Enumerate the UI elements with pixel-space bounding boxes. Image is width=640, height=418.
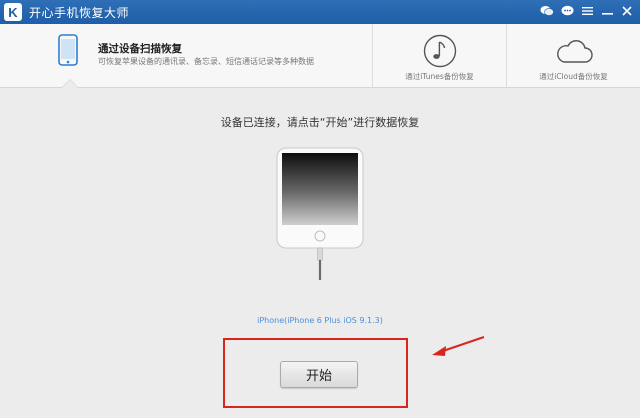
tab-itunes-label: 通过iTunes备份恢复 [405, 72, 474, 81]
menu-icon[interactable] [578, 2, 596, 20]
wechat-icon[interactable] [538, 2, 556, 20]
window-controls [538, 2, 636, 20]
tab-icloud-label: 通过iCloud备份恢复 [539, 72, 608, 81]
app-title: 开心手机恢复大师 [29, 5, 130, 20]
chat-icon[interactable] [558, 2, 576, 20]
tab-device-scan[interactable]: 通过设备扫描恢复 可恢复苹果设备的通讯录、备忘录、短信通话记录等多种数据 [0, 24, 372, 88]
title-bar: K 开心手机恢复大师 [0, 0, 640, 24]
main-panel: 设备已连接，请点击“开始”进行数据恢复 iPhone(iPhone 6 Plus… [0, 89, 640, 418]
close-icon[interactable] [618, 2, 636, 20]
cloud-icon [556, 40, 593, 63]
minimize-icon[interactable] [598, 2, 616, 20]
music-note-icon [423, 34, 456, 68]
active-tab-pointer [62, 80, 78, 88]
tab-icloud-backup[interactable]: 通过iCloud备份恢复 [506, 24, 640, 88]
app-logo: K [4, 3, 22, 21]
tab-itunes-backup[interactable]: 通过iTunes备份恢复 [372, 24, 506, 88]
connection-status: 设备已连接，请点击“开始”进行数据恢复 [220, 116, 420, 129]
start-button[interactable]: 开始 [280, 361, 358, 388]
iphone-illustration [276, 147, 364, 286]
tab-device-description: 可恢复苹果设备的通讯录、备忘录、短信通话记录等多种数据 [98, 57, 314, 66]
annotation-arrow-icon [432, 336, 485, 356]
phone-icon [58, 34, 78, 70]
recovery-mode-tabs: 通过设备扫描恢复 可恢复苹果设备的通讯录、备忘录、短信通话记录等多种数据 通过i… [0, 24, 640, 88]
tab-device-title: 通过设备扫描恢复 [98, 43, 182, 55]
device-name-link[interactable]: iPhone(iPhone 6 Plus iOS 9.1.3) [0, 316, 640, 325]
